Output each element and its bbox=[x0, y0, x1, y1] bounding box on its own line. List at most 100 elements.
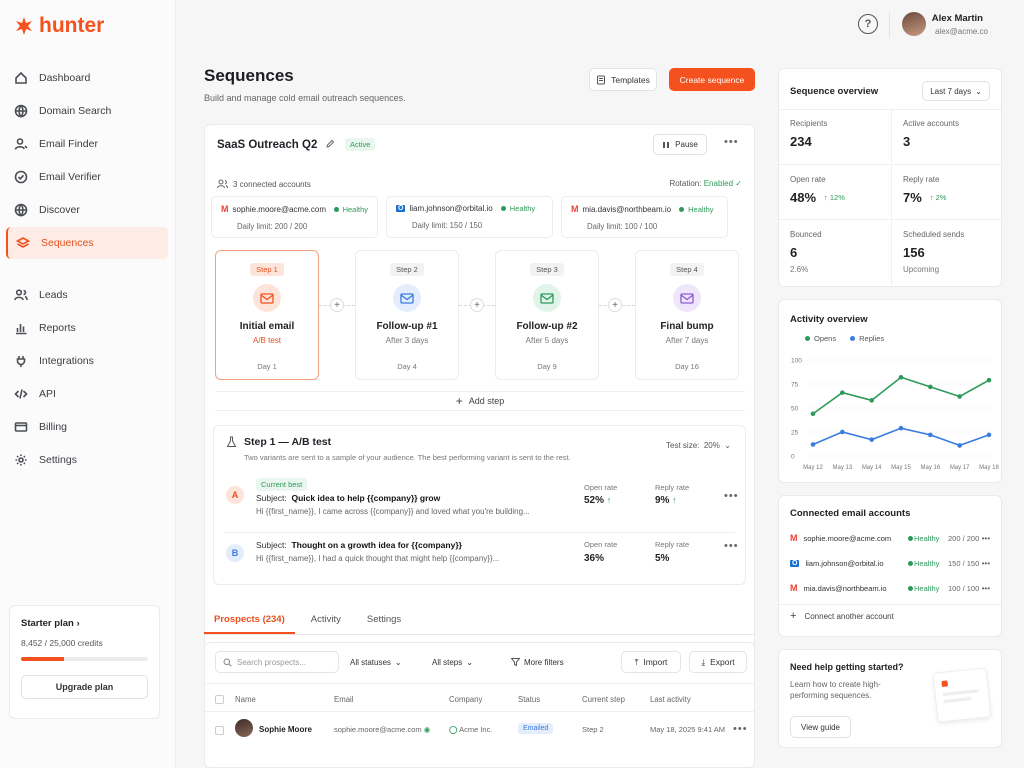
avatar[interactable] bbox=[902, 12, 926, 36]
more-icon[interactable]: ••• bbox=[982, 534, 990, 543]
variant-b[interactable]: B Subject: Thought on a growth idea for … bbox=[214, 536, 745, 588]
column-header-status[interactable]: Status bbox=[518, 695, 540, 704]
more-filters-button[interactable]: More filters bbox=[511, 651, 564, 673]
data-point-replies[interactable] bbox=[869, 437, 874, 442]
connect-account-button[interactable]: + Connect another account bbox=[790, 611, 894, 622]
step-card-4[interactable]: Step 4 Final bump After 7 days Day 16 bbox=[635, 250, 739, 380]
data-point-replies[interactable] bbox=[898, 425, 904, 431]
plan-title[interactable]: Starter plan › bbox=[21, 618, 148, 629]
insert-step-button[interactable]: + bbox=[330, 298, 344, 312]
more-icon[interactable]: ••• bbox=[733, 723, 748, 735]
tab-settings[interactable]: Settings bbox=[357, 610, 411, 634]
insert-step-button[interactable]: + bbox=[608, 298, 622, 312]
plan-name: Starter plan bbox=[21, 618, 74, 629]
column-header-company[interactable]: Company bbox=[449, 695, 482, 704]
sidebar-item-discover[interactable]: Discover bbox=[6, 194, 168, 226]
status-filter[interactable]: All statuses ⌄ bbox=[350, 651, 402, 673]
arrow-up-icon: ↑ bbox=[672, 495, 677, 505]
step-title: Follow-up #2 bbox=[516, 321, 578, 332]
connected-account-row[interactable]: O liam.johnson@orbital.io Healthy 150 / … bbox=[790, 553, 992, 573]
connected-account-row[interactable]: M mia.davis@northbeam.io Healthy 100 / 1… bbox=[790, 578, 992, 598]
tab-prospects[interactable]: Prospects (234) bbox=[204, 610, 295, 634]
users-icon bbox=[14, 289, 28, 301]
sidebar-item-domain-search[interactable]: Domain Search bbox=[6, 95, 168, 127]
data-point-replies[interactable] bbox=[986, 432, 992, 438]
sidebar-item-reports[interactable]: Reports bbox=[6, 312, 168, 344]
connect-account-label: Connect another account bbox=[804, 612, 894, 621]
import-button[interactable]: ⤒ Import bbox=[621, 651, 681, 673]
column-header-name[interactable]: Name bbox=[235, 695, 256, 704]
search-icon bbox=[223, 658, 232, 667]
data-point-replies[interactable] bbox=[840, 429, 845, 435]
hunter-logo[interactable]: hunter bbox=[14, 14, 104, 38]
select-all-checkbox[interactable] bbox=[215, 695, 224, 704]
data-point-opens[interactable] bbox=[898, 374, 904, 380]
open-rate-label: Open rate bbox=[584, 540, 618, 549]
step-card-1[interactable]: Step 1 Initial email A/B test Day 1 bbox=[215, 250, 319, 380]
templates-button[interactable]: Templates bbox=[589, 68, 657, 91]
sidebar-item-label: API bbox=[39, 388, 56, 400]
activity-overview-card: Activity overview Opens Replies 100 75 50 2… bbox=[778, 299, 1002, 483]
upgrade-plan-button[interactable]: Upgrade plan bbox=[21, 675, 148, 699]
data-point-opens[interactable] bbox=[840, 390, 845, 395]
test-size-select[interactable]: Test size: 20% ⌄ bbox=[666, 441, 731, 450]
date-range-select[interactable]: Last 7 days ⌄ bbox=[922, 81, 990, 101]
step-subtitle: A/B test bbox=[252, 336, 281, 345]
data-point-opens[interactable] bbox=[810, 411, 816, 417]
account-card[interactable]: M mia.davis@northbeam.io Healthy Daily li… bbox=[561, 196, 728, 238]
sidebar-item-email-verifier[interactable]: Email Verifier bbox=[6, 161, 168, 193]
stat-recipients: Recipients 234 bbox=[779, 109, 890, 163]
open-rate-label: Open rate bbox=[584, 483, 618, 492]
data-point-replies[interactable] bbox=[957, 443, 962, 448]
column-header-current-step[interactable]: Current step bbox=[582, 695, 625, 704]
step-card-2[interactable]: Step 2 Follow-up #1 After 3 days Day 4 bbox=[355, 250, 459, 380]
row-checkbox[interactable] bbox=[215, 726, 224, 735]
pause-button[interactable]: Pause bbox=[653, 134, 707, 155]
connected-account-row[interactable]: M sophie.moore@acme.com Healthy 200 / 20… bbox=[790, 528, 992, 548]
data-point-opens[interactable] bbox=[957, 394, 962, 399]
pencil-icon[interactable] bbox=[325, 139, 335, 149]
sidebar-item-billing[interactable]: Billing bbox=[6, 411, 168, 443]
sidebar-item-leads[interactable]: Leads bbox=[6, 279, 168, 311]
more-icon[interactable]: ••• bbox=[724, 540, 739, 552]
view-guide-button[interactable]: View guide bbox=[790, 716, 851, 738]
rotation-status[interactable]: Rotation: Enabled ✓ bbox=[669, 179, 742, 188]
data-point-opens[interactable] bbox=[986, 377, 992, 383]
export-button[interactable]: ⤓ Export bbox=[689, 651, 747, 673]
more-icon[interactable]: ••• bbox=[982, 584, 990, 593]
sidebar-item-label: Email Verifier bbox=[39, 171, 101, 183]
account-card[interactable]: O liam.johnson@orbital.io Healthy Daily l… bbox=[386, 196, 553, 238]
step-card-3[interactable]: Step 3 Follow-up #2 After 5 days Day 9 bbox=[495, 250, 599, 380]
variant-a[interactable]: A Current best Subject: Quick idea to he… bbox=[214, 478, 745, 530]
create-sequence-button[interactable]: Create sequence bbox=[669, 68, 755, 91]
tab-activity[interactable]: Activity bbox=[301, 610, 351, 634]
data-point-opens[interactable] bbox=[928, 384, 933, 390]
topbar: ? Alex Martin alex@acme.co bbox=[176, 0, 1024, 50]
x-tick-label: May 17 bbox=[950, 465, 970, 471]
sidebar-nav: Dashboard Domain Search Email Finder Ema… bbox=[6, 62, 168, 477]
sidebar-item-integrations[interactable]: Integrations bbox=[6, 345, 168, 377]
data-point-replies[interactable] bbox=[810, 442, 816, 447]
data-point-replies[interactable] bbox=[928, 432, 933, 438]
more-icon[interactable]: ••• bbox=[982, 559, 990, 568]
sidebar-item-api[interactable]: API bbox=[6, 378, 168, 410]
sidebar-item-dashboard[interactable]: Dashboard bbox=[6, 62, 168, 94]
add-step-button[interactable]: + Add step bbox=[215, 391, 745, 411]
more-icon[interactable]: ••• bbox=[724, 490, 739, 502]
steps-filter[interactable]: All steps ⌄ bbox=[432, 651, 473, 673]
data-point-opens[interactable] bbox=[869, 398, 874, 403]
sidebar-item-sequences[interactable]: Sequences bbox=[6, 227, 168, 259]
gear-icon bbox=[15, 454, 27, 466]
column-header-email[interactable]: Email bbox=[334, 695, 354, 704]
account-card[interactable]: M sophie.moore@acme.com Healthy Daily lim… bbox=[211, 196, 378, 238]
insert-step-button[interactable]: + bbox=[470, 298, 484, 312]
sidebar-item-email-finder[interactable]: Email Finder bbox=[6, 128, 168, 160]
search-input[interactable]: Search prospects... bbox=[215, 651, 339, 673]
column-header-last-activity[interactable]: Last activity bbox=[650, 695, 691, 704]
account-status: Healthy bbox=[509, 204, 536, 213]
document-icon bbox=[597, 75, 606, 84]
sidebar-item-settings[interactable]: Settings bbox=[6, 444, 168, 476]
more-icon[interactable]: ••• bbox=[724, 136, 739, 148]
sidebar-item-label: Email Finder bbox=[39, 138, 98, 150]
help-icon[interactable]: ? bbox=[858, 14, 878, 34]
